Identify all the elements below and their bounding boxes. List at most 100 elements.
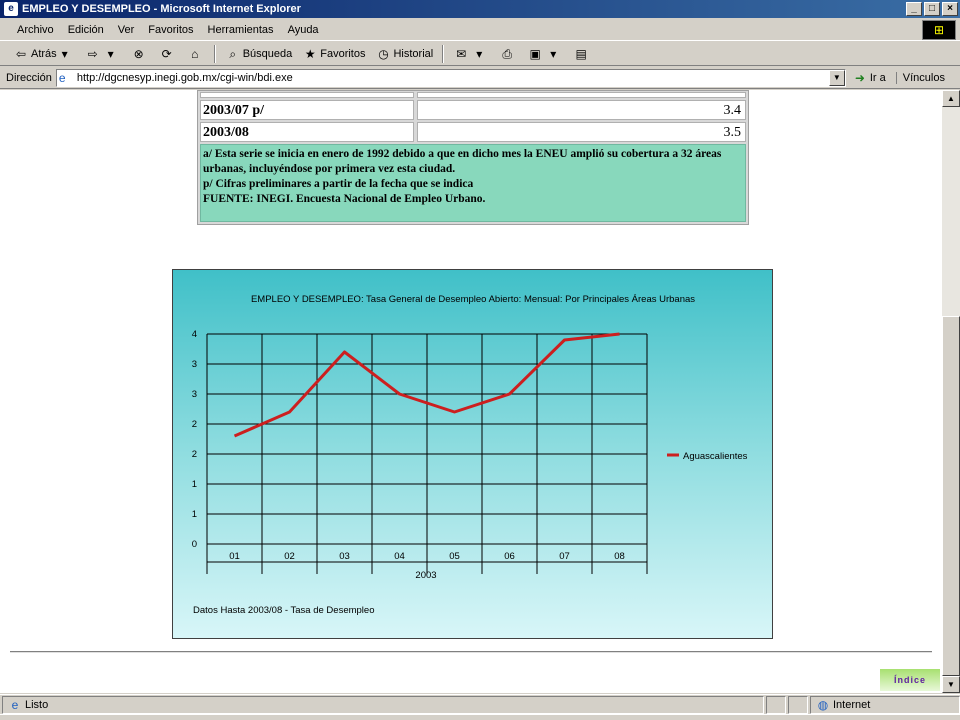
back-button[interactable]: ⇦ Atrás ▾	[8, 43, 80, 65]
stop-button[interactable]: ⊗	[126, 43, 154, 65]
status-pane	[788, 695, 808, 714]
menu-herramientas[interactable]: Herramientas	[201, 24, 281, 36]
note-serie: a/ Esta serie se inicia en enero de 1992…	[203, 148, 722, 175]
search-icon: ⌕	[229, 46, 237, 61]
zone-text: Internet	[833, 698, 871, 711]
search-button[interactable]: ⌕ Búsqueda	[220, 43, 298, 65]
indice-button[interactable]: Índice	[880, 669, 940, 691]
x-tick-label: 08	[614, 551, 625, 562]
mail-button[interactable]: ✉ ▾	[448, 43, 494, 65]
toolbar-separator	[442, 44, 445, 63]
taskbar	[0, 714, 960, 720]
go-button[interactable]: ➜ Ir a	[852, 70, 886, 86]
status-text: Listo	[25, 698, 49, 711]
x-tick-label: 02	[284, 551, 295, 562]
address-input[interactable]	[76, 71, 829, 84]
address-label: Dirección	[6, 71, 52, 84]
status-main: e Listo	[2, 695, 764, 714]
favorites-icon: ★	[304, 46, 316, 61]
x-tick-label: 07	[559, 551, 570, 562]
toolbar-separator	[213, 44, 216, 63]
globe-icon: ◍	[817, 697, 829, 712]
mail-icon: ✉	[456, 46, 467, 61]
page-icon: e	[58, 70, 66, 85]
x-tick-label: 06	[504, 551, 515, 562]
x-axis-label: 2003	[415, 570, 436, 581]
x-tick-label: 03	[339, 551, 350, 562]
history-button[interactable]: ◷ Historial	[370, 43, 438, 65]
vertical-scrollbar[interactable]: ▲ ▼	[942, 90, 960, 693]
y-tick-label: 3	[192, 389, 197, 400]
period-cell: 2003/07 p/	[200, 100, 414, 120]
home-button[interactable]: ⌂	[182, 43, 210, 65]
y-tick-label: 3	[192, 359, 197, 370]
y-tick-label: 1	[192, 509, 197, 520]
minimize-button[interactable]: _	[906, 2, 922, 16]
scroll-down-icon[interactable]: ▼	[942, 676, 960, 693]
value-cell: 3.5	[417, 122, 746, 142]
menu-ayuda[interactable]: Ayuda	[281, 24, 326, 36]
discuss-button[interactable]: ▤	[568, 43, 596, 65]
maximize-button[interactable]: □	[924, 2, 940, 16]
menu-bar: Archivo Edición Ver Favoritos Herramient…	[0, 19, 960, 41]
x-tick-label: 04	[394, 551, 405, 562]
y-axis-ticks: 0 1 1 2 2 3 3 4	[192, 329, 197, 550]
chart-panel: EMPLEO Y DESEMPLEO: Tasa General de Dese…	[172, 269, 773, 639]
forward-button[interactable]: ⇨ ▾	[80, 43, 126, 65]
note-fuente: FUENTE: INEGI. Encuesta Nacional de Empl…	[203, 193, 486, 205]
edit-button[interactable]: ▣ ▾	[522, 43, 568, 65]
dropdown-arrow-icon[interactable]: ▾	[57, 46, 73, 62]
notes-cell: a/ Esta serie se inicia en enero de 1992…	[200, 144, 746, 222]
status-pane	[766, 695, 786, 714]
table-row	[198, 91, 748, 99]
print-icon: ⎙	[502, 46, 513, 61]
y-tick-label: 0	[192, 539, 197, 550]
links-button[interactable]: Vínculos	[895, 71, 945, 84]
go-arrow-icon: ➜	[854, 70, 865, 85]
windows-logo-icon: ⊞	[922, 20, 956, 40]
page-done-icon: e	[11, 697, 19, 712]
ie-icon: e	[4, 2, 18, 16]
chart-footnote: Datos Hasta 2003/08 - Tasa de Desempleo	[193, 605, 375, 616]
x-tick-label: 05	[449, 551, 460, 562]
y-tick-label: 2	[192, 419, 197, 430]
legend-label: Aguascalientes	[683, 451, 748, 462]
table-row: 2003/08 3.5	[198, 121, 748, 143]
table-row: 2003/07 p/ 3.4	[198, 99, 748, 121]
menu-edicion[interactable]: Edición	[61, 24, 111, 36]
stop-icon: ⊗	[133, 46, 144, 61]
dropdown-arrow-icon[interactable]: ▾	[545, 46, 561, 62]
address-dropdown-icon[interactable]: ▼	[828, 69, 845, 86]
page-viewport: 2003/07 p/ 3.4 2003/08 3.5 a/ Esta serie…	[0, 90, 942, 693]
title-bar: e EMPLEO Y DESEMPLEO - Microsoft Interne…	[0, 0, 960, 18]
note-preliminar: p/ Cifras preliminares a partir de la fe…	[203, 178, 474, 190]
scroll-thumb[interactable]	[942, 316, 960, 676]
discuss-icon: ▤	[575, 46, 587, 61]
value-cell: 3.4	[417, 100, 746, 120]
edit-icon: ▣	[529, 46, 541, 61]
status-bar: e Listo ◍ Internet	[0, 694, 960, 714]
refresh-icon: ⟳	[161, 46, 172, 61]
x-tick-label: 01	[229, 551, 240, 562]
back-arrow-icon: ⇦	[15, 46, 27, 61]
refresh-button[interactable]: ⟳	[154, 43, 182, 65]
scroll-up-icon[interactable]: ▲	[942, 90, 960, 107]
line-chart: EMPLEO Y DESEMPLEO: Tasa General de Dese…	[192, 294, 748, 616]
data-table: 2003/07 p/ 3.4 2003/08 3.5 a/ Esta serie…	[197, 90, 749, 225]
print-button[interactable]: ⎙	[494, 43, 522, 65]
menu-ver[interactable]: Ver	[111, 24, 142, 36]
history-icon: ◷	[378, 46, 389, 61]
y-tick-label: 1	[192, 479, 197, 490]
forward-arrow-icon: ⇨	[87, 46, 98, 61]
y-tick-label: 2	[192, 449, 197, 460]
close-button[interactable]: ×	[942, 2, 958, 16]
menu-archivo[interactable]: Archivo	[10, 24, 61, 36]
home-icon: ⌂	[191, 46, 199, 61]
address-field[interactable]: e ▼	[55, 68, 846, 87]
menu-favoritos[interactable]: Favoritos	[141, 24, 200, 36]
period-cell: 2003/08	[200, 122, 414, 142]
dropdown-arrow-icon[interactable]: ▾	[103, 46, 119, 62]
favorites-button[interactable]: ★ Favoritos	[297, 43, 370, 65]
window-title: EMPLEO Y DESEMPLEO - Microsoft Internet …	[22, 3, 301, 15]
dropdown-arrow-icon[interactable]: ▾	[471, 46, 487, 62]
